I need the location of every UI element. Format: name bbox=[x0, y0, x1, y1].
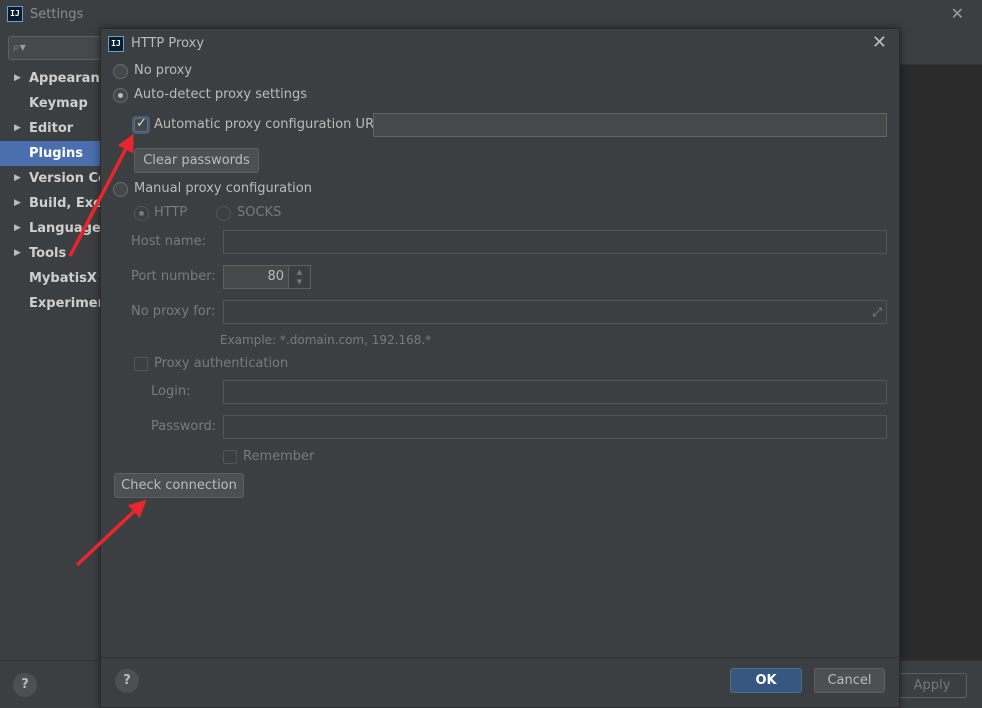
checkmark-icon: ✓ bbox=[136, 116, 147, 131]
sidebar-item-tools[interactable]: ▶ Tools bbox=[0, 241, 100, 266]
settings-search-input[interactable]: ⌕▾ bbox=[8, 36, 108, 60]
expand-icon[interactable]: ⤢ bbox=[872, 305, 882, 320]
sidebar-item-plugins[interactable]: Plugins bbox=[0, 141, 100, 166]
auto-detect-label[interactable]: Auto-detect proxy settings bbox=[134, 87, 307, 102]
port-number-label: Port number: bbox=[131, 269, 216, 284]
sidebar-item-label: Experimental bbox=[29, 296, 100, 311]
stepper-arrows-icon[interactable]: ▲ ▼ bbox=[288, 266, 310, 288]
auto-config-url-checkbox[interactable]: ✓ bbox=[134, 116, 148, 132]
proxy-authentication-checkbox[interactable] bbox=[134, 357, 148, 371]
host-name-label: Host name: bbox=[131, 234, 206, 249]
dialog-title-bar: IJ HTTP Proxy ✕ bbox=[101, 29, 901, 59]
dialog-title: HTTP Proxy bbox=[131, 36, 205, 51]
help-icon[interactable]: ? bbox=[13, 673, 37, 697]
remember-label[interactable]: Remember bbox=[243, 449, 314, 464]
expand-arrow-icon[interactable]: ▶ bbox=[14, 191, 21, 216]
sidebar-item-label: Appearance bbox=[29, 71, 100, 86]
settings-content-area bbox=[900, 64, 982, 660]
sidebar-item-experimental[interactable]: Experimental bbox=[0, 291, 100, 316]
password-label: Password: bbox=[151, 419, 217, 434]
check-connection-button[interactable]: Check connection bbox=[114, 473, 244, 498]
close-icon[interactable]: ✕ bbox=[951, 4, 964, 23]
auto-detect-radio[interactable] bbox=[113, 88, 128, 103]
sidebar-item-mybatisx[interactable]: MybatisX bbox=[0, 266, 100, 291]
no-proxy-for-input[interactable]: ⤢ bbox=[223, 300, 887, 324]
remember-checkbox[interactable] bbox=[223, 450, 237, 464]
password-input[interactable] bbox=[223, 415, 887, 439]
sidebar-item-version-control[interactable]: ▶ Version Control bbox=[0, 166, 100, 191]
http-radio[interactable] bbox=[134, 206, 149, 221]
sidebar-item-label: Editor bbox=[29, 121, 74, 136]
sidebar-item-build-execution[interactable]: ▶ Build, Execution bbox=[0, 191, 100, 216]
sidebar-item-label: Languages bbox=[29, 221, 100, 236]
example-hint: Example: *.domain.com, 192.168.* bbox=[220, 333, 432, 347]
settings-title-bar: IJ Settings ✕ bbox=[0, 0, 982, 28]
port-number-value: 80 bbox=[267, 269, 284, 284]
sidebar-item-appearance[interactable]: ▶ Appearance bbox=[0, 66, 100, 91]
auto-config-url-input[interactable] bbox=[373, 113, 887, 137]
expand-arrow-icon[interactable]: ▶ bbox=[14, 66, 21, 91]
socks-radio[interactable] bbox=[216, 206, 231, 221]
expand-arrow-icon[interactable]: ▶ bbox=[14, 216, 21, 241]
http-proxy-dialog: IJ HTTP Proxy ✕ No proxy Auto-detect pro… bbox=[100, 28, 901, 708]
sidebar-item-label: Keymap bbox=[29, 96, 88, 111]
close-icon[interactable]: ✕ bbox=[872, 32, 887, 53]
settings-title: Settings bbox=[30, 7, 84, 22]
no-proxy-for-label: No proxy for: bbox=[131, 304, 216, 319]
expand-arrow-icon[interactable]: ▶ bbox=[14, 166, 21, 191]
manual-proxy-label[interactable]: Manual proxy configuration bbox=[134, 181, 312, 196]
login-label: Login: bbox=[151, 384, 191, 399]
no-proxy-label[interactable]: No proxy bbox=[134, 63, 192, 78]
auto-config-url-label[interactable]: Automatic proxy configuration URL: bbox=[154, 117, 386, 132]
sidebar-item-label: Tools bbox=[29, 246, 67, 261]
intellij-logo-icon: IJ bbox=[7, 6, 23, 22]
help-icon[interactable]: ? bbox=[115, 669, 139, 693]
clear-passwords-button[interactable]: Clear passwords bbox=[134, 148, 259, 173]
expand-arrow-icon[interactable]: ▶ bbox=[14, 241, 21, 266]
apply-button[interactable]: Apply bbox=[897, 673, 967, 698]
proxy-authentication-label[interactable]: Proxy authentication bbox=[154, 356, 288, 371]
port-number-stepper[interactable]: 80 ▲ ▼ bbox=[223, 265, 311, 289]
sidebar-item-languages[interactable]: ▶ Languages bbox=[0, 216, 100, 241]
sidebar-item-label: Build, Execution bbox=[29, 196, 100, 211]
ok-button[interactable]: OK bbox=[730, 668, 802, 693]
manual-proxy-radio[interactable] bbox=[113, 182, 128, 197]
sidebar-item-keymap[interactable]: Keymap bbox=[0, 91, 100, 116]
no-proxy-radio[interactable] bbox=[113, 64, 128, 79]
sidebar-item-label: Version Control bbox=[29, 171, 100, 186]
sidebar-item-label: MybatisX bbox=[29, 271, 97, 286]
sidebar-item-label: Plugins bbox=[29, 146, 83, 161]
host-name-input[interactable] bbox=[223, 230, 887, 254]
login-input[interactable] bbox=[223, 380, 887, 404]
sidebar-item-editor[interactable]: ▶ Editor bbox=[0, 116, 100, 141]
expand-arrow-icon[interactable]: ▶ bbox=[14, 116, 21, 141]
search-icon: ⌕▾ bbox=[13, 40, 26, 54]
http-label[interactable]: HTTP bbox=[154, 205, 187, 220]
socks-label[interactable]: SOCKS bbox=[237, 205, 281, 220]
intellij-logo-icon: IJ bbox=[108, 36, 124, 52]
cancel-button[interactable]: Cancel bbox=[814, 668, 885, 693]
settings-sidebar: ▶ Appearance Keymap ▶ Editor Plugins ▶ Version … bbox=[0, 66, 100, 316]
